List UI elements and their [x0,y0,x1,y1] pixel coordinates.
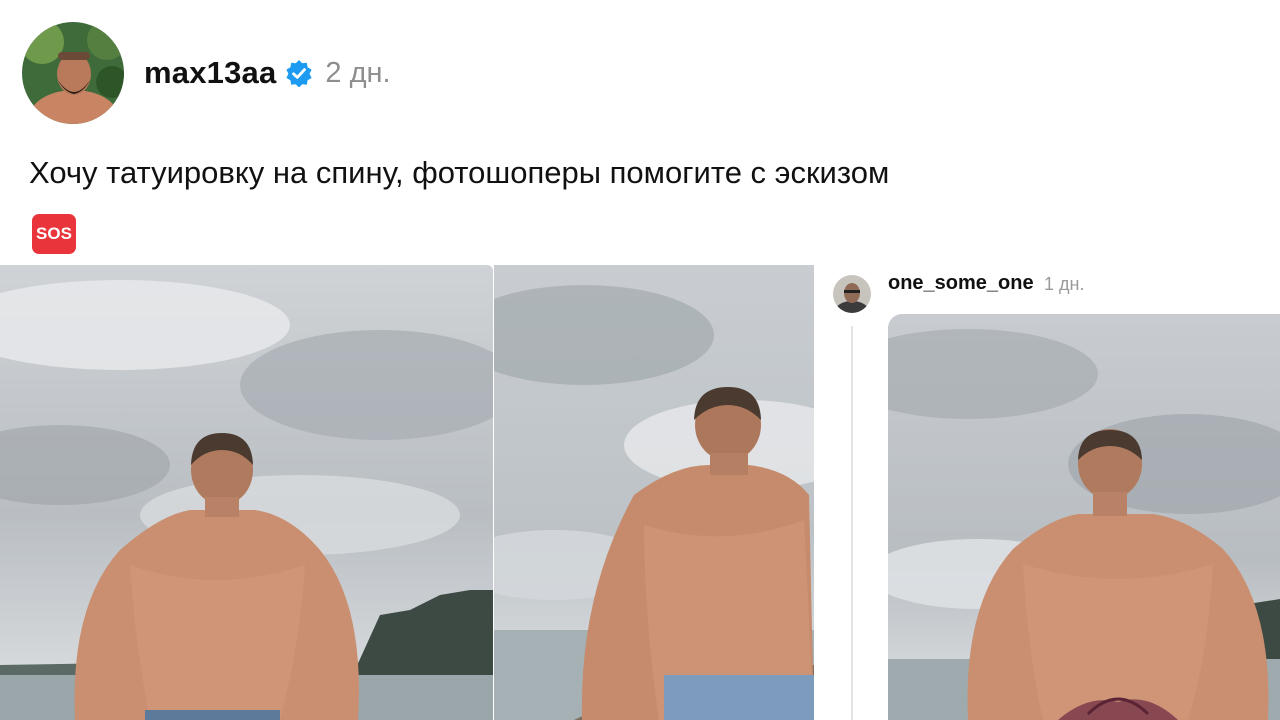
post-photo-1[interactable] [0,265,493,720]
author-avatar[interactable] [22,22,124,124]
post-caption-text: Хочу татуировку на спину, фотошоперы пом… [29,155,890,190]
author-username[interactable]: max13aa [144,55,276,91]
post-header: max13aa 2 дн. [22,22,391,124]
reply-photo[interactable] [888,314,1280,720]
reply-username[interactable]: one_some_one [888,272,1034,295]
post-timestamp: 2 дн. [325,56,391,89]
post-photo-2[interactable] [494,265,814,720]
reply-thread-line [851,326,853,720]
reply-timestamp: 1 дн. [1044,274,1085,294]
sos-emoji-icon: SOS [32,214,76,254]
verified-badge-icon [285,59,313,88]
post-caption: Хочу татуировку на спину, фотошоперы пом… [29,148,929,254]
reply-author-avatar[interactable] [833,275,871,313]
